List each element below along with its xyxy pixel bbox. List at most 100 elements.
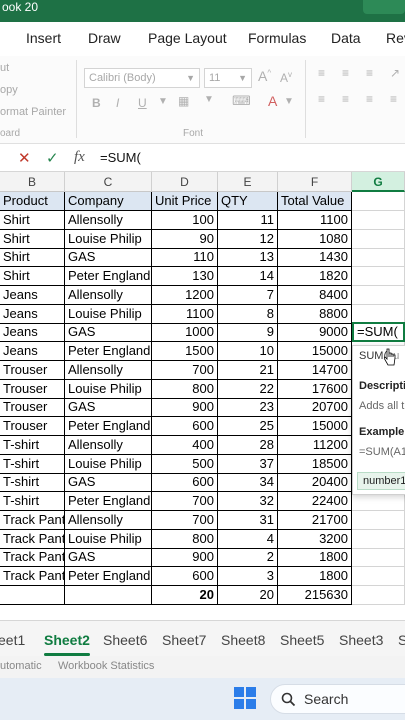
insert-function-icon[interactable]: fx: [74, 149, 85, 166]
column-header-e[interactable]: E: [218, 172, 278, 192]
cell-company[interactable]: GAS: [65, 473, 152, 492]
cell-product[interactable]: Trouser: [0, 398, 65, 417]
align-bottom-icon[interactable]: ≡: [366, 66, 373, 80]
cell-qty[interactable]: 8: [218, 305, 278, 324]
cell-unit-price[interactable]: 100: [152, 211, 218, 230]
cell-company[interactable]: Louise Philip: [65, 530, 152, 549]
cell-product[interactable]: Trouser: [0, 380, 65, 399]
cell-total-value[interactable]: 21700: [278, 511, 352, 530]
sheet-tab-more[interactable]: S: [398, 632, 405, 648]
cell-company[interactable]: Allensolly: [65, 511, 152, 530]
cell-company[interactable]: GAS: [65, 248, 152, 267]
cell-qty[interactable]: 7: [218, 286, 278, 305]
cell-company[interactable]: Peter England: [65, 417, 152, 436]
cell-product[interactable]: Shirt: [0, 230, 65, 249]
cell-unit-price[interactable]: 400: [152, 436, 218, 455]
cell-company[interactable]: Peter England: [65, 492, 152, 511]
font-color-icon[interactable]: A: [268, 93, 277, 109]
cell-qty[interactable]: 20: [218, 586, 278, 605]
windows-start-icon[interactable]: [234, 687, 256, 709]
cell-unit-price[interactable]: 1500: [152, 342, 218, 361]
cell-unit-price[interactable]: 20: [152, 586, 218, 605]
underline-icon[interactable]: U: [138, 96, 147, 110]
cell-company[interactable]: Allensolly: [65, 211, 152, 230]
cell-product[interactable]: T-shirt: [0, 473, 65, 492]
cell-total-value[interactable]: 1820: [278, 267, 352, 286]
cell-product[interactable]: Trouser: [0, 361, 65, 380]
align-right-icon[interactable]: ≡: [366, 92, 373, 106]
cell-qty[interactable]: 14: [218, 267, 278, 286]
cell-company[interactable]: Company: [65, 192, 152, 211]
tab-insert[interactable]: Insert: [26, 30, 61, 46]
cell-total-value[interactable]: 17600: [278, 380, 352, 399]
cell-qty[interactable]: 9: [218, 323, 278, 342]
cell-g[interactable]: [352, 586, 405, 605]
cell-qty[interactable]: 11: [218, 211, 278, 230]
column-header-c[interactable]: C: [65, 172, 152, 192]
align-center-icon[interactable]: ≡: [342, 92, 349, 106]
sheet-tab-sheet7[interactable]: Sheet7: [162, 632, 206, 648]
cell-g[interactable]: [352, 230, 405, 249]
tab-formulas[interactable]: Formulas: [248, 30, 306, 46]
cell-unit-price[interactable]: 600: [152, 473, 218, 492]
cell-g[interactable]: [352, 567, 405, 586]
cell-total-value[interactable]: 11200: [278, 436, 352, 455]
cell-qty[interactable]: 4: [218, 530, 278, 549]
cell-g[interactable]: [352, 248, 405, 267]
cell-product[interactable]: Shirt: [0, 248, 65, 267]
cell-total-value[interactable]: 1800: [278, 548, 352, 567]
cell-unit-price[interactable]: 900: [152, 548, 218, 567]
cell-company[interactable]: Allensolly: [65, 286, 152, 305]
font-size-combo[interactable]: 11 ▼: [204, 68, 252, 88]
cell-total-value[interactable]: 3200: [278, 530, 352, 549]
cell-unit-price[interactable]: 90: [152, 230, 218, 249]
cell-total-value[interactable]: Total Value: [278, 192, 352, 211]
cell-unit-price[interactable]: 1100: [152, 305, 218, 324]
cell-total-value[interactable]: 9000: [278, 323, 352, 342]
workbook-statistics[interactable]: Workbook Statistics: [58, 660, 154, 672]
cell-g[interactable]: [352, 511, 405, 530]
cut-button[interactable]: ut: [0, 62, 9, 74]
borders-icon[interactable]: ▦: [178, 94, 189, 108]
chevron-down-icon[interactable]: ▼: [158, 96, 168, 107]
column-header-g[interactable]: G: [352, 172, 405, 192]
cell-product[interactable]: Shirt: [0, 267, 65, 286]
cell-total-value[interactable]: 1100: [278, 211, 352, 230]
increase-font-icon[interactable]: A^: [258, 68, 271, 84]
cell-qty[interactable]: 21: [218, 361, 278, 380]
cell-company[interactable]: Louise Philip: [65, 380, 152, 399]
cell-qty[interactable]: 34: [218, 473, 278, 492]
align-top-icon[interactable]: ≡: [318, 66, 325, 80]
cell-qty[interactable]: 22: [218, 380, 278, 399]
sheet-tab-sheet1[interactable]: eet1: [0, 632, 25, 648]
decrease-font-icon[interactable]: Av: [280, 70, 292, 85]
cell-product[interactable]: Track Pant: [0, 548, 65, 567]
column-header-f[interactable]: F: [278, 172, 352, 192]
cell-product[interactable]: Product: [0, 192, 65, 211]
cell-total-value[interactable]: 15000: [278, 342, 352, 361]
cell-qty[interactable]: 12: [218, 230, 278, 249]
column-header-b[interactable]: B: [0, 172, 65, 192]
sheet-tab-sheet6[interactable]: Sheet6: [103, 632, 147, 648]
sheet-tab-sheet3[interactable]: Sheet3: [339, 632, 383, 648]
cell-qty[interactable]: 31: [218, 511, 278, 530]
align-left-icon[interactable]: ≡: [318, 92, 325, 106]
cell-unit-price[interactable]: 700: [152, 511, 218, 530]
sheet-tab-sheet8[interactable]: Sheet8: [221, 632, 265, 648]
cell-company[interactable]: Allensolly: [65, 361, 152, 380]
chevron-down-icon[interactable]: ▼: [204, 94, 214, 105]
argument-hint[interactable]: number1: [357, 472, 405, 490]
align-middle-icon[interactable]: ≡: [342, 66, 349, 80]
bold-icon[interactable]: B: [92, 96, 101, 110]
cell-qty[interactable]: 28: [218, 436, 278, 455]
cell-company[interactable]: Louise Philip: [65, 305, 152, 324]
cell-unit-price[interactable]: 1000: [152, 323, 218, 342]
cell-total-value[interactable]: 15000: [278, 417, 352, 436]
cell-product[interactable]: Trouser: [0, 417, 65, 436]
cell-unit-price[interactable]: Unit Price: [152, 192, 218, 211]
cell-product[interactable]: Track Pant: [0, 530, 65, 549]
cell-product[interactable]: Jeans: [0, 305, 65, 324]
cell-company[interactable]: GAS: [65, 548, 152, 567]
calculation-mode[interactable]: utomatic: [0, 660, 42, 672]
cell-unit-price[interactable]: 600: [152, 417, 218, 436]
